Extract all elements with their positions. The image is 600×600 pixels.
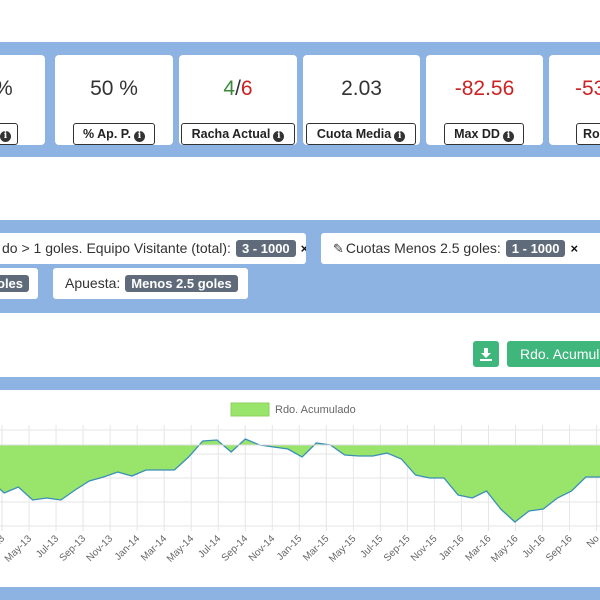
stat-label[interactable]: Ro	[576, 123, 600, 145]
filter-badge: oles	[0, 275, 30, 292]
stat-label-text: Max DD	[454, 127, 500, 141]
filter-chip-cuotas: ✎ Cuotas Menos 2.5 goles: 1 - 1000 ×	[321, 233, 600, 264]
x-tick-label: May-14	[165, 533, 197, 565]
info-icon[interactable]: i	[133, 131, 145, 142]
pencil-icon[interactable]: ✎	[333, 233, 344, 264]
stat-label[interactable]: Cuota Media i	[306, 123, 416, 145]
stat-label[interactable]: % Ap. P. i	[73, 123, 155, 145]
close-icon[interactable]: ×	[570, 233, 578, 264]
chart-panel: y-13 May-13 Jul-13 Sep-13 Nov-13 Jan-14 Mar-14…	[0, 390, 600, 587]
stat-label-text: Racha Actual	[191, 127, 271, 141]
x-tick-label: Mar-15	[301, 533, 331, 563]
filter-badge: 3 - 1000	[235, 240, 296, 257]
filters-band: do > 1 goles. Equipo Visitante (total): 3…	[0, 220, 600, 313]
x-tick-label: Sep-16	[544, 533, 575, 564]
filter-chip-goles-visitante: do > 1 goles. Equipo Visitante (total): 3…	[0, 233, 306, 264]
x-tick-label: Mar-16	[463, 533, 493, 563]
stat-card-ro: -53 Ro	[549, 55, 600, 145]
legend-swatch	[230, 402, 270, 417]
download-icon	[480, 348, 492, 361]
stat-value: 50 %	[90, 77, 138, 100]
x-tick-label: No	[585, 533, 600, 550]
x-tick-label: May-15	[327, 533, 359, 565]
stat-card-racha: 4/6 Racha Actual i	[179, 55, 297, 145]
legend-label: Rdo. Acumulado	[275, 404, 356, 416]
x-tick-label: Jan-15	[275, 533, 305, 563]
filter-text: Cuotas Menos 2.5 goles:	[345, 240, 501, 256]
filter-chip-partial: oles	[0, 268, 38, 299]
racha-total: 6	[240, 77, 253, 100]
stat-label[interactable]: Max DD i	[444, 123, 524, 145]
stat-card-ap-p: 50 % % Ap. P. i	[55, 55, 173, 145]
stat-card-maxdd: -82.56 Max DD i	[426, 55, 543, 145]
stat-label[interactable]: Racha Actual i	[181, 123, 295, 145]
x-tick-label: May-16	[489, 533, 521, 565]
cumulative-result-chart: y-13May-13 Jul-13Sep-13Nov-13Jan-14Mar-14…	[0, 402, 600, 565]
stat-label-text: Ro	[583, 127, 600, 141]
info-icon[interactable]: i	[394, 131, 406, 142]
x-tick-label: Jan-16	[437, 533, 467, 563]
rdo-acumulado-button[interactable]: Rdo. Acumula	[507, 341, 600, 367]
info-icon[interactable]: i	[273, 131, 285, 142]
filter-chip-apuesta: Apuesta: Menos 2.5 goles	[53, 268, 248, 299]
stat-value: -53	[575, 77, 600, 100]
x-tick-label: Nov-15	[409, 533, 440, 564]
racha-wins: 4	[223, 77, 236, 100]
x-tick-label: May-13	[3, 533, 35, 565]
stat-card-cuota: 2.03 Cuota Media i	[303, 55, 420, 145]
stats-band: % G.i 50 % % Ap. P.i 4/6 Racha Actuali 2…	[0, 42, 600, 157]
x-tick-label: Nov-14	[247, 533, 278, 564]
info-icon[interactable]: i	[502, 131, 514, 142]
stat-label-text: % Ap. P.	[83, 127, 131, 141]
filter-text: do > 1 goles. Equipo Visitante (total):	[2, 240, 231, 256]
close-icon[interactable]: ×	[301, 233, 306, 264]
x-tick-label: Sep-15	[382, 533, 413, 564]
stat-label[interactable]: G.i	[0, 123, 18, 145]
stat-card-g: % G.i	[0, 55, 45, 145]
info-icon[interactable]: i	[0, 131, 11, 142]
x-tick-label: Sep-13	[58, 533, 89, 564]
stat-value: %	[0, 77, 13, 101]
stat-value: 2.03	[341, 77, 382, 100]
download-button[interactable]	[473, 341, 499, 367]
x-tick-label: Jan-14	[113, 533, 143, 563]
filter-text: Apuesta:	[65, 275, 121, 291]
x-tick-label: Sep-14	[220, 533, 251, 564]
stat-value: -82.56	[454, 77, 515, 100]
x-tick-label: Mar-14	[139, 533, 169, 563]
x-tick-label: Nov-13	[85, 533, 116, 564]
stat-value-racha: 4/6	[179, 77, 297, 101]
stat-label-text: Cuota Media	[316, 127, 392, 141]
x-tick-label: y-13	[0, 533, 7, 555]
filter-badge: Menos 2.5 goles	[125, 275, 238, 292]
filter-badge: 1 - 1000	[505, 240, 566, 257]
